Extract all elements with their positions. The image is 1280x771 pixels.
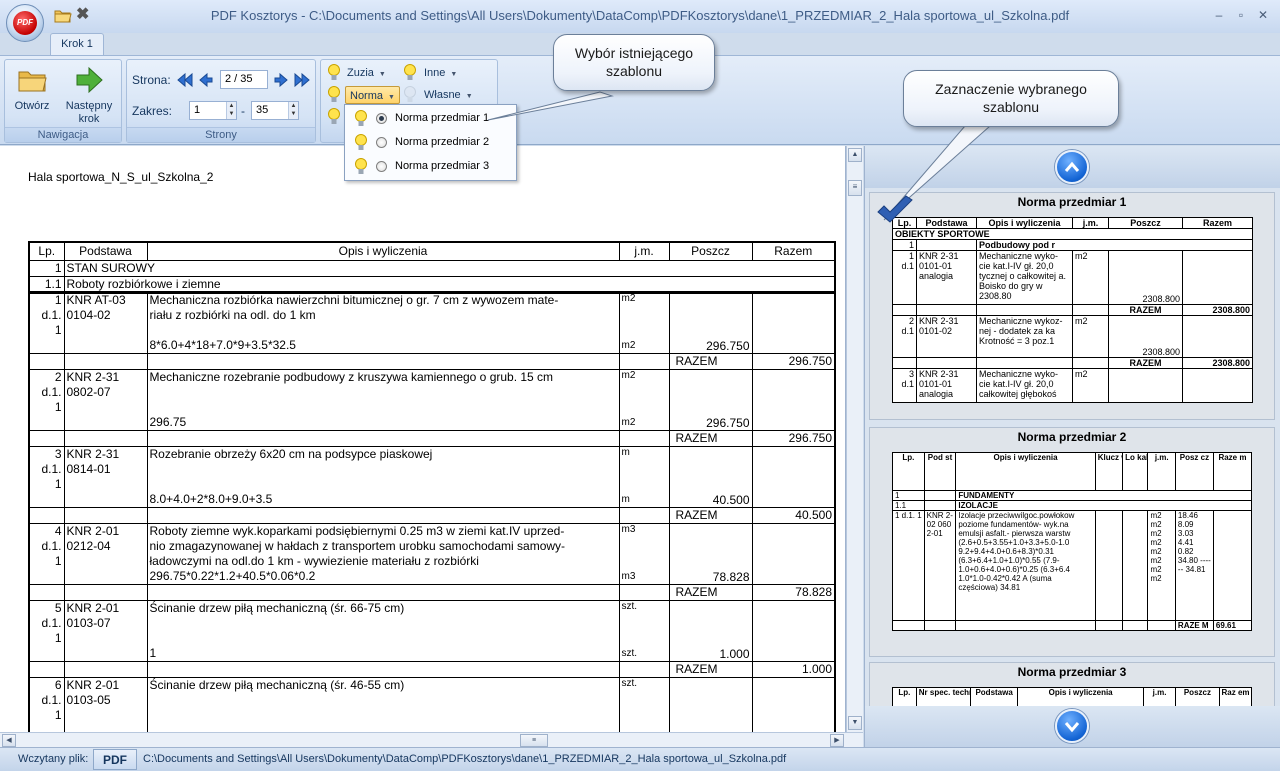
- callout-selected-template: Zaznaczenie wybranego szablonu: [903, 70, 1119, 127]
- callout-selected-line2: szablonu: [982, 99, 1040, 115]
- callout-existing-template: Wybór istniejącego szablonu: [553, 34, 715, 91]
- callout-selected-line1: Zaznaczenie wybranego: [935, 81, 1087, 97]
- callout-existing-line1: Wybór istniejącego: [574, 45, 694, 61]
- callout-existing-line2: szablonu: [605, 63, 663, 79]
